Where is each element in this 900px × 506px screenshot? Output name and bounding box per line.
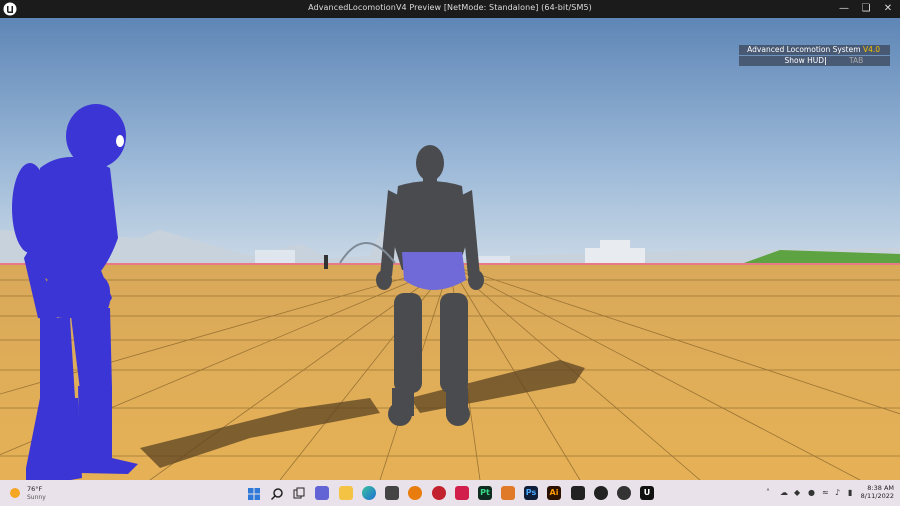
volume-icon[interactable]: ♪ — [835, 488, 840, 497]
weather-condition: Sunny — [27, 494, 46, 501]
clock-time: 8:38 AM — [867, 484, 894, 492]
cloud-icon[interactable]: ☁ — [780, 488, 788, 497]
search-icon[interactable] — [270, 486, 284, 501]
hud-separator — [825, 57, 826, 65]
pt-icon[interactable]: Pt — [478, 486, 492, 500]
file-explorer-icon[interactable] — [339, 486, 353, 500]
close-icon[interactable]: ✕ — [877, 2, 899, 16]
app-dark-icon[interactable] — [571, 486, 585, 500]
app-red-icon[interactable] — [432, 486, 446, 500]
grey-mannequin-hips — [402, 252, 466, 290]
clock-date: 8/11/2022 — [860, 492, 894, 500]
tray-app-icon[interactable]: ◆ — [794, 488, 800, 497]
minimize-icon[interactable]: — — [833, 2, 855, 16]
wifi-icon[interactable]: ≈ — [822, 488, 829, 497]
app-dark3-icon[interactable] — [617, 486, 631, 500]
weather-temp: 76°F — [27, 485, 43, 493]
illustrator-icon[interactable]: Ai — [547, 486, 561, 500]
edge-icon[interactable] — [362, 486, 376, 500]
battery-icon[interactable]: ▮ — [848, 488, 852, 497]
app-orange-icon[interactable] — [501, 486, 515, 500]
windows-start-icon[interactable] — [247, 486, 261, 500]
microphone-icon[interactable]: ● — [808, 488, 815, 497]
unreal-engine-icon[interactable]: U — [640, 486, 654, 500]
hud-title-text: Advanced Locomotion System — [747, 45, 861, 54]
taskbar-clock[interactable]: 8:38 AM 8/11/2022 — [858, 484, 894, 500]
window-title: AdvancedLocomotionV4 Preview [NetMode: S… — [308, 3, 592, 12]
game-viewport[interactable]: Advanced Locomotion System V4.0 Show HUD… — [0, 18, 900, 480]
scene — [0, 18, 900, 480]
app-dark2-icon[interactable] — [594, 486, 608, 500]
unity-icon[interactable] — [385, 486, 399, 500]
restore-icon[interactable]: ❏ — [855, 2, 877, 16]
distant-figure — [324, 255, 328, 269]
app-red2-icon[interactable] — [455, 486, 469, 500]
chat-icon[interactable] — [315, 486, 329, 500]
hud-toggle-key: TAB — [849, 56, 864, 65]
show-hud-row[interactable]: Show HUD TAB — [739, 56, 890, 66]
hud-version: V4.0 — [862, 45, 880, 54]
windows-taskbar: 76°F Sunny Pt Ps Ai U ˄ ☁ ◆ ● ≈ ♪ ▮ 8:38… — [0, 480, 900, 506]
sun-icon — [10, 488, 20, 498]
window-title-bar: AdvancedLocomotionV4 Preview [NetMode: S… — [0, 0, 900, 18]
show-hud-label: Show HUD — [784, 56, 824, 65]
mannequin-eye — [116, 135, 124, 147]
hud-title: Advanced Locomotion System V4.0 — [739, 45, 890, 55]
blender-icon[interactable] — [408, 486, 422, 500]
chevron-up-icon[interactable]: ˄ — [766, 488, 770, 497]
hud-panel: Advanced Locomotion System V4.0 Show HUD… — [739, 45, 890, 66]
task-view-icon[interactable] — [292, 486, 306, 500]
photoshop-icon[interactable]: Ps — [524, 486, 538, 500]
